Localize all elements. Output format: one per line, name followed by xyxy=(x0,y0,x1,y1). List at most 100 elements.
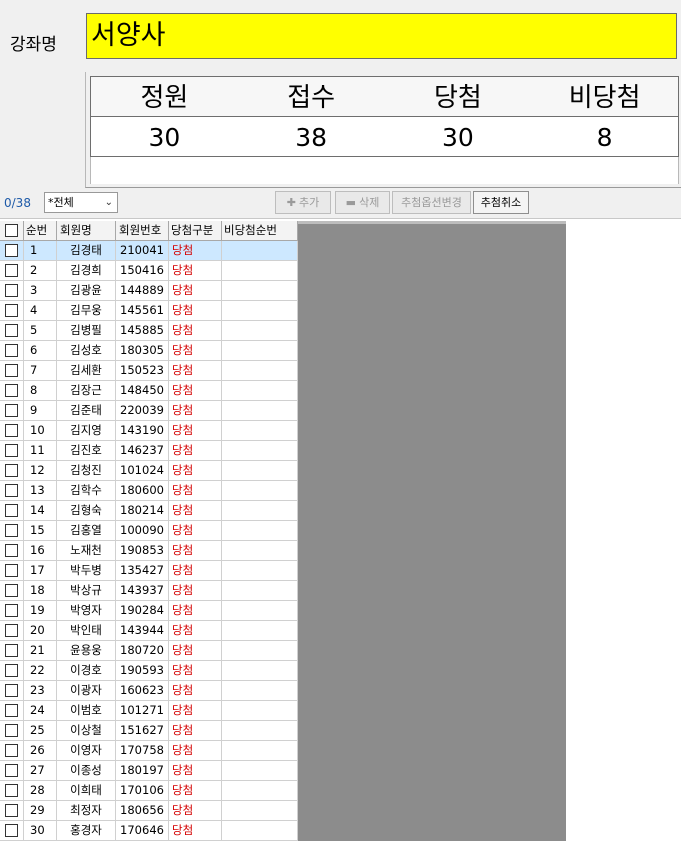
row-checkbox[interactable] xyxy=(5,644,18,657)
row-checkbox-cell[interactable] xyxy=(0,721,24,741)
row-checkbox[interactable] xyxy=(5,784,18,797)
row-checkbox[interactable] xyxy=(5,704,18,717)
table-row[interactable]: 9 김준태 220039 당첨 xyxy=(0,401,298,421)
table-row[interactable]: 6 김성호 180305 당첨 xyxy=(0,341,298,361)
table-row[interactable]: 4 김무웅 145561 당첨 xyxy=(0,301,298,321)
row-checkbox[interactable] xyxy=(5,384,18,397)
table-row[interactable]: 30 홍경자 170646 당첨 xyxy=(0,821,298,841)
table-row[interactable]: 15 김홍열 100090 당첨 xyxy=(0,521,298,541)
table-row[interactable]: 25 이상철 151627 당첨 xyxy=(0,721,298,741)
row-checkbox[interactable] xyxy=(5,504,18,517)
column-header-rank[interactable]: 비당첨순번 xyxy=(222,221,298,241)
row-checkbox[interactable] xyxy=(5,424,18,437)
row-checkbox[interactable] xyxy=(5,664,18,677)
row-checkbox[interactable] xyxy=(5,604,18,617)
row-checkbox[interactable] xyxy=(5,244,18,257)
row-checkbox-cell[interactable] xyxy=(0,781,24,801)
table-row[interactable]: 5 김병필 145885 당첨 xyxy=(0,321,298,341)
row-checkbox[interactable] xyxy=(5,564,18,577)
row-checkbox-cell[interactable] xyxy=(0,681,24,701)
table-row[interactable]: 22 이경호 190593 당첨 xyxy=(0,661,298,681)
add-button[interactable]: ✚ 추가 xyxy=(275,191,331,214)
row-checkbox-cell[interactable] xyxy=(0,481,24,501)
row-checkbox-cell[interactable] xyxy=(0,321,24,341)
row-checkbox-cell[interactable] xyxy=(0,501,24,521)
table-row[interactable]: 17 박두병 135427 당첨 xyxy=(0,561,298,581)
row-checkbox[interactable] xyxy=(5,804,18,817)
row-checkbox[interactable] xyxy=(5,524,18,537)
row-checkbox[interactable] xyxy=(5,764,18,777)
table-row[interactable]: 8 김장근 148450 당첨 xyxy=(0,381,298,401)
row-checkbox[interactable] xyxy=(5,444,18,457)
row-checkbox[interactable] xyxy=(5,724,18,737)
row-checkbox-cell[interactable] xyxy=(0,521,24,541)
column-header-status[interactable]: 당첨구분 xyxy=(169,221,222,241)
row-checkbox-cell[interactable] xyxy=(0,801,24,821)
row-checkbox-cell[interactable] xyxy=(0,541,24,561)
course-name-field[interactable]: 서양사 xyxy=(86,13,677,59)
table-row[interactable]: 11 김진호 146237 당첨 xyxy=(0,441,298,461)
table-row[interactable]: 26 이영자 170758 당첨 xyxy=(0,741,298,761)
row-checkbox[interactable] xyxy=(5,684,18,697)
row-checkbox-cell[interactable] xyxy=(0,641,24,661)
table-row[interactable]: 18 박상규 143937 당첨 xyxy=(0,581,298,601)
row-checkbox[interactable] xyxy=(5,344,18,357)
change-draw-option-button[interactable]: 추첨옵션변경 xyxy=(392,191,471,214)
table-row[interactable]: 7 김세환 150523 당첨 xyxy=(0,361,298,381)
row-checkbox[interactable] xyxy=(5,364,18,377)
row-checkbox-cell[interactable] xyxy=(0,701,24,721)
row-checkbox-cell[interactable] xyxy=(0,421,24,441)
delete-button[interactable]: ▬ 삭제 xyxy=(335,191,390,214)
row-checkbox-cell[interactable] xyxy=(0,281,24,301)
row-checkbox[interactable] xyxy=(5,404,18,417)
column-header-name[interactable]: 회원명 xyxy=(57,221,116,241)
row-checkbox-cell[interactable] xyxy=(0,381,24,401)
table-row[interactable]: 1 김경태 210041 당첨 xyxy=(0,241,298,261)
cancel-draw-button[interactable]: 추첨취소 xyxy=(473,191,529,214)
table-row[interactable]: 29 최정자 180656 당첨 xyxy=(0,801,298,821)
table-row[interactable]: 14 김형숙 180214 당첨 xyxy=(0,501,298,521)
row-checkbox-cell[interactable] xyxy=(0,741,24,761)
row-checkbox-cell[interactable] xyxy=(0,461,24,481)
row-checkbox[interactable] xyxy=(5,624,18,637)
table-row[interactable]: 27 이종성 180197 당첨 xyxy=(0,761,298,781)
row-checkbox-cell[interactable] xyxy=(0,561,24,581)
row-checkbox-cell[interactable] xyxy=(0,601,24,621)
row-checkbox-cell[interactable] xyxy=(0,821,24,841)
row-checkbox-cell[interactable] xyxy=(0,621,24,641)
column-header-member-id[interactable]: 회원번호 xyxy=(116,221,169,241)
row-checkbox-cell[interactable] xyxy=(0,661,24,681)
row-checkbox[interactable] xyxy=(5,824,18,837)
table-row[interactable]: 20 박인태 143944 당첨 xyxy=(0,621,298,641)
row-checkbox[interactable] xyxy=(5,544,18,557)
row-checkbox-cell[interactable] xyxy=(0,401,24,421)
row-checkbox-cell[interactable] xyxy=(0,341,24,361)
table-row[interactable]: 3 김광윤 144889 당첨 xyxy=(0,281,298,301)
header-select-all[interactable] xyxy=(0,221,24,241)
select-all-checkbox[interactable] xyxy=(5,224,18,237)
row-checkbox[interactable] xyxy=(5,484,18,497)
row-checkbox-cell[interactable] xyxy=(0,761,24,781)
table-row[interactable]: 13 김학수 180600 당첨 xyxy=(0,481,298,501)
table-row[interactable]: 12 김청진 101024 당첨 xyxy=(0,461,298,481)
table-row[interactable]: 19 박영자 190284 당첨 xyxy=(0,601,298,621)
row-checkbox-cell[interactable] xyxy=(0,261,24,281)
row-checkbox-cell[interactable] xyxy=(0,361,24,381)
row-checkbox-cell[interactable] xyxy=(0,581,24,601)
row-checkbox[interactable] xyxy=(5,584,18,597)
row-checkbox[interactable] xyxy=(5,284,18,297)
row-checkbox-cell[interactable] xyxy=(0,441,24,461)
row-checkbox[interactable] xyxy=(5,264,18,277)
table-row[interactable]: 24 이범호 101271 당첨 xyxy=(0,701,298,721)
table-row[interactable]: 21 윤용웅 180720 당첨 xyxy=(0,641,298,661)
row-checkbox[interactable] xyxy=(5,744,18,757)
row-checkbox[interactable] xyxy=(5,324,18,337)
row-checkbox-cell[interactable] xyxy=(0,241,24,261)
filter-select[interactable]: *전체 ⌄ xyxy=(44,192,118,213)
row-checkbox[interactable] xyxy=(5,464,18,477)
column-header-no[interactable]: 순번 xyxy=(24,221,57,241)
table-row[interactable]: 2 김경희 150416 당첨 xyxy=(0,261,298,281)
table-row[interactable]: 28 이희태 170106 당첨 xyxy=(0,781,298,801)
table-row[interactable]: 10 김지영 143190 당첨 xyxy=(0,421,298,441)
row-checkbox-cell[interactable] xyxy=(0,301,24,321)
